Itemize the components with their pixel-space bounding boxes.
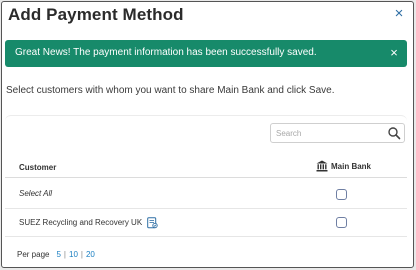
- pager-separator: |: [80, 250, 83, 259]
- table-row-select-all: Select All: [5, 181, 407, 209]
- bank-icon: [316, 160, 328, 172]
- customer-name: SUEZ Recycling and Recovery UK: [19, 218, 143, 228]
- per-page-label: Per page: [17, 250, 50, 259]
- alert-message: Great News! The payment information has …: [15, 47, 317, 58]
- pagination: Per page 5 | 10 | 20: [17, 250, 95, 259]
- document-icon[interactable]: [147, 217, 159, 229]
- customer-column-header: Customer: [19, 163, 57, 172]
- table-header: Customer Main Bank: [5, 158, 407, 178]
- table-row-customer: SUEZ Recycling and Recovery UK: [5, 209, 407, 237]
- dialog-title: Add Payment Method: [8, 5, 184, 24]
- customer-name-cell: SUEZ Recycling and Recovery UK: [19, 217, 159, 229]
- per-page-option-20[interactable]: 20: [86, 250, 95, 259]
- per-page-option-5[interactable]: 5: [56, 250, 60, 259]
- bank-column-header: Main Bank: [316, 160, 371, 172]
- search-input[interactable]: [271, 124, 383, 142]
- pager-separator: |: [63, 250, 66, 259]
- select-all-checkbox[interactable]: [336, 189, 347, 200]
- select-all-label: Select All: [19, 189, 53, 198]
- alert-close-icon[interactable]: ×: [386, 45, 402, 61]
- search-box: [270, 123, 405, 143]
- instruction-text: Select customers with whom you want to s…: [6, 85, 335, 96]
- close-icon[interactable]: ×: [391, 6, 407, 22]
- bank-column-label: Main Bank: [331, 161, 372, 171]
- search-icon[interactable]: [387, 126, 401, 140]
- customer-checkbox[interactable]: [336, 217, 347, 228]
- success-alert: Great News! The payment information has …: [5, 40, 407, 67]
- per-page-option-10[interactable]: 10: [69, 250, 78, 259]
